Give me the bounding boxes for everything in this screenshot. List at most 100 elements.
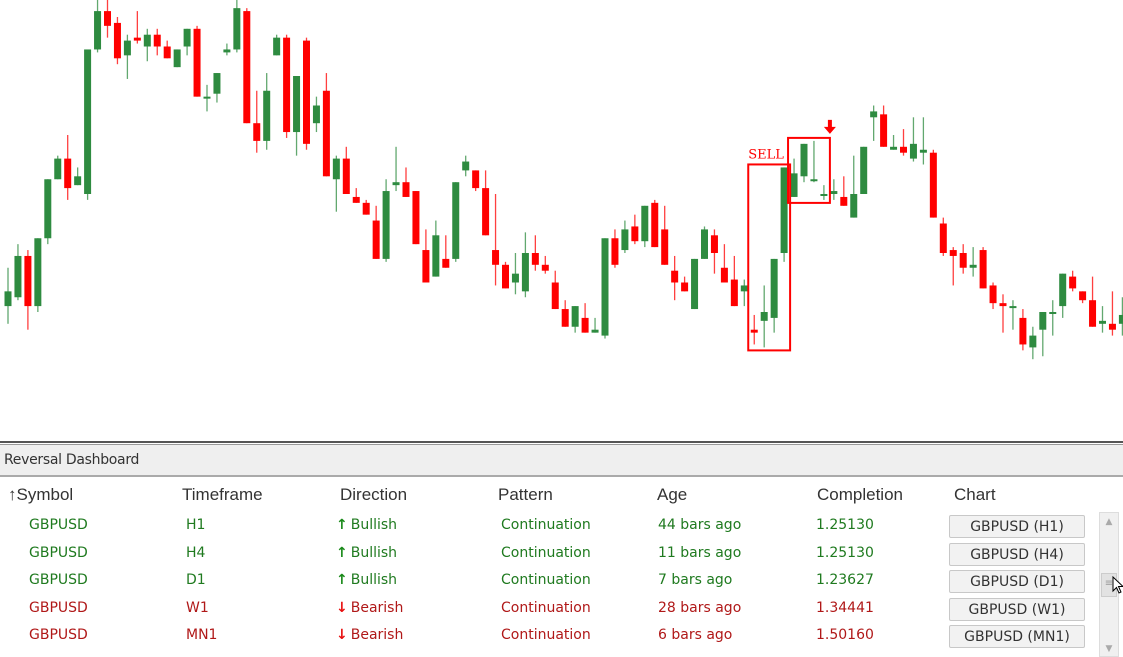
candle bbox=[691, 258, 699, 310]
candle bbox=[959, 244, 967, 274]
candle bbox=[382, 179, 390, 262]
candle bbox=[402, 167, 410, 197]
cell-completion: 1.25130 bbox=[816, 517, 874, 533]
bullish-candle-body bbox=[701, 229, 708, 259]
bearish-candle-body bbox=[362, 202, 370, 215]
bearish-candle-body bbox=[979, 250, 987, 289]
bearish-candle-body bbox=[442, 258, 450, 268]
bearish-candle-body bbox=[531, 253, 539, 265]
candle bbox=[4, 267, 12, 324]
candle bbox=[312, 96, 320, 133]
panel-divider[interactable] bbox=[0, 441, 1123, 443]
bearish-candle-body bbox=[322, 90, 330, 177]
bearish-candle-body bbox=[104, 11, 111, 26]
cell-symbol: GBPUSD bbox=[29, 572, 88, 588]
bearish-candle-body bbox=[541, 264, 549, 271]
candle bbox=[14, 244, 22, 301]
bearish-candle-body bbox=[412, 191, 420, 245]
candle bbox=[472, 170, 480, 192]
candle bbox=[263, 73, 271, 150]
candle bbox=[571, 306, 579, 333]
bullish-candle-body bbox=[74, 176, 82, 186]
column-header-completion[interactable]: Completion bbox=[817, 485, 903, 505]
candle bbox=[919, 117, 927, 165]
candle bbox=[1099, 306, 1106, 333]
candle bbox=[710, 229, 718, 274]
candle bbox=[701, 226, 708, 259]
bearish-candle-body bbox=[422, 250, 430, 283]
bullish-candle-body bbox=[293, 76, 301, 133]
bearish-candle-body bbox=[243, 11, 251, 124]
bearish-candle-body bbox=[303, 40, 310, 144]
bullish-candle-body bbox=[1118, 314, 1123, 324]
column-header-timeframe[interactable]: Timeframe bbox=[182, 485, 263, 505]
cell-pattern: Continuation bbox=[501, 599, 591, 616]
sort-ascending-icon: ↑ bbox=[8, 485, 17, 504]
bearish-candle-body bbox=[710, 235, 718, 253]
cell-direction: ↑ Bullish bbox=[336, 517, 398, 533]
bearish-candle-body bbox=[900, 146, 907, 153]
bearish-candle-body bbox=[193, 28, 201, 97]
candle bbox=[909, 117, 917, 162]
candle bbox=[193, 25, 201, 97]
bearish-candle-body bbox=[502, 264, 509, 289]
cell-pattern: Continuation bbox=[501, 544, 591, 561]
open-chart-button[interactable]: GBPUSD (W1) bbox=[949, 597, 1085, 621]
candle bbox=[54, 155, 62, 180]
price-chart[interactable]: SELL bbox=[0, 0, 1123, 440]
bearish-candle-body bbox=[840, 196, 848, 206]
scroll-down-arrow-icon[interactable]: ▼ bbox=[1100, 642, 1118, 656]
candle bbox=[482, 170, 490, 236]
candle bbox=[631, 214, 639, 245]
candle bbox=[1019, 309, 1027, 351]
bearish-candle-body bbox=[661, 229, 669, 265]
candle bbox=[322, 73, 330, 177]
sell-arrow-icon bbox=[823, 119, 836, 134]
bullish-candle-body bbox=[969, 264, 977, 268]
bullish-candle-body bbox=[143, 34, 151, 47]
candle bbox=[730, 255, 738, 307]
candle bbox=[860, 146, 868, 194]
cell-timeframe: D1 bbox=[186, 572, 206, 588]
arrow-up-icon: ↑ bbox=[336, 517, 348, 533]
bearish-candle-body bbox=[750, 329, 758, 333]
candle bbox=[273, 34, 281, 56]
bullish-candle-body bbox=[830, 191, 838, 194]
bearish-candle-body bbox=[730, 279, 738, 307]
bearish-candle-body bbox=[372, 220, 380, 259]
bullish-candle-body bbox=[780, 167, 788, 253]
candle bbox=[392, 146, 400, 192]
column-header-symbol[interactable]: ↑Symbol bbox=[8, 485, 73, 505]
candle bbox=[153, 28, 161, 56]
candle bbox=[601, 238, 609, 339]
candle bbox=[800, 143, 808, 183]
candle bbox=[104, 0, 111, 38]
column-header-age[interactable]: Age bbox=[657, 485, 687, 505]
open-chart-button[interactable]: GBPUSD (MN1) bbox=[949, 625, 1085, 648]
candle bbox=[880, 105, 888, 147]
bearish-candle-body bbox=[472, 170, 480, 189]
bearish-candle-body bbox=[133, 37, 141, 41]
candle bbox=[332, 155, 340, 212]
candle bbox=[183, 28, 191, 56]
bearish-candle-body bbox=[153, 34, 161, 47]
scroll-up-arrow-icon[interactable]: ▲ bbox=[1100, 513, 1118, 531]
bullish-candle-body bbox=[571, 306, 579, 327]
open-chart-button[interactable]: GBPUSD (D1) bbox=[949, 570, 1085, 593]
candle bbox=[760, 285, 768, 348]
column-header-direction[interactable]: Direction bbox=[340, 485, 407, 505]
candle bbox=[492, 194, 500, 286]
candle bbox=[253, 90, 261, 153]
candle bbox=[303, 37, 310, 150]
candle bbox=[293, 76, 301, 156]
bullish-candle-body bbox=[54, 158, 62, 180]
open-chart-button[interactable]: GBPUSD (H1) bbox=[949, 515, 1085, 538]
candle bbox=[770, 258, 778, 333]
bearish-candle-body bbox=[989, 285, 997, 304]
panel-title-bar: Reversal Dashboard bbox=[0, 445, 1123, 477]
column-header-pattern[interactable]: Pattern bbox=[498, 485, 553, 505]
open-chart-button[interactable]: GBPUSD (H4) bbox=[949, 542, 1085, 566]
column-header-chart[interactable]: Chart bbox=[954, 485, 996, 505]
cell-age: 6 bars ago bbox=[658, 627, 733, 643]
cell-timeframe: H4 bbox=[186, 544, 206, 561]
